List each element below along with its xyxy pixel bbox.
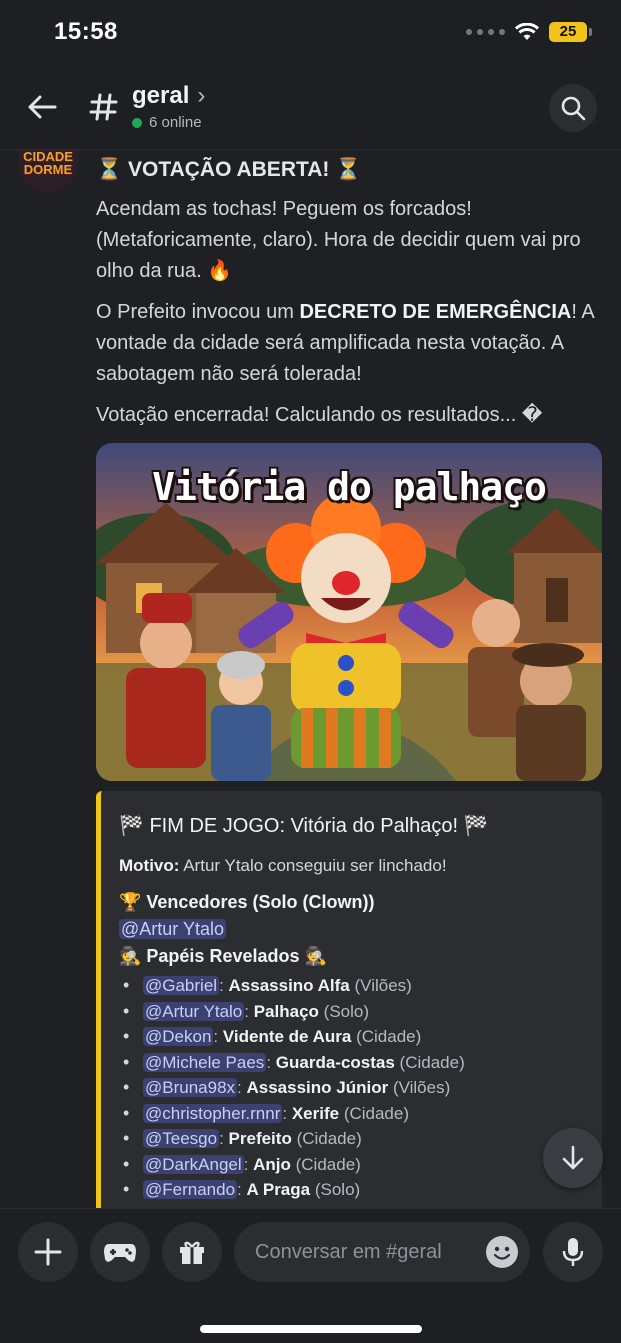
winner-mention[interactable]: @Artur Ytalo xyxy=(119,919,226,939)
plus-icon xyxy=(34,1238,62,1266)
search-button[interactable] xyxy=(549,84,597,132)
embed-reason: Motivo: Artur Ytalo conseguiu ser lincha… xyxy=(119,856,447,875)
voice-message-button[interactable] xyxy=(543,1222,603,1282)
user-mention[interactable]: @Dekon xyxy=(143,1027,214,1046)
message-paragraph-2: O Prefeito invocou um DECRETO DE EMERGÊN… xyxy=(96,301,594,385)
clock: 15:58 xyxy=(54,18,118,45)
avatar-logo: CIDADE DORME xyxy=(23,150,73,177)
composer-bar: Conversar em #geral xyxy=(0,1208,621,1343)
list-item: @Michele Paes: Guarda-costas (Cidade) xyxy=(119,1050,584,1076)
game-over-embed: 🏁 FIM DE JOGO: Vitória do Palhaço! 🏁 Mot… xyxy=(96,791,602,1208)
gift-button[interactable] xyxy=(162,1222,222,1282)
status-bar: 15:58 25 xyxy=(0,0,621,64)
channel-name[interactable]: geral xyxy=(132,82,189,110)
back-arrow-icon[interactable] xyxy=(22,87,62,127)
gift-icon xyxy=(180,1241,204,1264)
list-item: @DarkAngel: Anjo (Cidade) xyxy=(119,1152,584,1178)
battery-icon: 25 xyxy=(549,22,592,42)
avatar[interactable]: CIDADE DORME xyxy=(18,150,78,192)
user-mention[interactable]: @Bruna98x xyxy=(143,1078,238,1097)
roles-list: @Gabriel: Assassino Alfa (Vilões) @Artur… xyxy=(119,973,584,1203)
user-mention[interactable]: @DarkAngel xyxy=(143,1154,244,1174)
user-mention[interactable]: @Michele Paes xyxy=(143,1052,267,1072)
list-item: @Dekon: Vidente de Aura (Cidade) xyxy=(119,1024,584,1050)
hashtag-icon xyxy=(84,87,124,127)
list-item: @Gabriel: Assassino Alfa (Vilões) xyxy=(119,973,584,999)
wifi-icon xyxy=(515,23,539,40)
channel-header: geral › 6 online xyxy=(0,64,621,150)
apps-button[interactable] xyxy=(90,1222,150,1282)
list-item: @Bruna98x: Assassino Júnior (Vilões) xyxy=(119,1075,584,1101)
roles-heading: 🕵 Papéis Revelados 🕵 xyxy=(119,946,327,966)
embed-title: 🏁 FIM DE JOGO: Vitória do Palhaço! 🏁 xyxy=(119,815,489,837)
gamepad-icon xyxy=(104,1244,136,1262)
search-icon xyxy=(561,96,586,121)
scroll-to-bottom-button[interactable] xyxy=(543,1128,603,1188)
microphone-icon xyxy=(562,1238,584,1266)
list-item: @Fernando: A Praga (Solo) xyxy=(119,1177,584,1203)
winners-heading: 🏆 Vencedores (Solo (Clown)) xyxy=(119,892,375,912)
user-mention[interactable]: @Teesgo xyxy=(143,1129,220,1148)
chevron-right-icon: › xyxy=(197,82,206,109)
message-list[interactable]: CIDADE DORME ⏳ VOTAÇÃO ABERTA! ⏳ Acendam … xyxy=(0,150,621,1208)
emoji-icon[interactable] xyxy=(486,1236,518,1268)
list-item: @Teesgo: Prefeito (Cidade) xyxy=(119,1126,584,1152)
arrow-down-icon xyxy=(562,1145,584,1170)
cellular-signal-icon xyxy=(466,29,505,35)
user-mention[interactable]: @Gabriel xyxy=(143,976,220,995)
message-title: ⏳ VOTAÇÃO ABERTA! ⏳ xyxy=(96,158,362,181)
message-input-placeholder: Conversar em #geral xyxy=(255,1240,442,1263)
message-paragraph-1: Acendam as tochas! Peguem os forcados! (… xyxy=(96,198,581,282)
message-body: ⏳ VOTAÇÃO ABERTA! ⏳ Acendam as tochas! P… xyxy=(96,158,606,1208)
message-input[interactable]: Conversar em #geral xyxy=(234,1222,530,1282)
image-caption-text: Vitória do palhaço xyxy=(152,465,547,509)
online-status-dot xyxy=(132,117,142,128)
list-item: @Artur Ytalo: Palhaço (Solo) xyxy=(119,999,584,1025)
add-button[interactable] xyxy=(18,1222,78,1282)
attached-image[interactable]: Vitória do palhaço xyxy=(96,443,602,781)
user-mention[interactable]: @Artur Ytalo xyxy=(143,1001,245,1021)
status-icons: 25 xyxy=(466,22,592,42)
online-count: 6 online xyxy=(149,114,202,131)
home-indicator[interactable] xyxy=(200,1325,422,1333)
user-mention[interactable]: @Fernando xyxy=(143,1180,238,1199)
list-item: @christopher.rnnr: Xerife (Cidade) xyxy=(119,1101,584,1127)
channel-info[interactable]: geral › 6 online xyxy=(132,82,205,131)
user-mention[interactable]: @christopher.rnnr xyxy=(143,1103,283,1123)
message-paragraph-3: Votação encerrada! Calculando os resulta… xyxy=(96,404,543,426)
